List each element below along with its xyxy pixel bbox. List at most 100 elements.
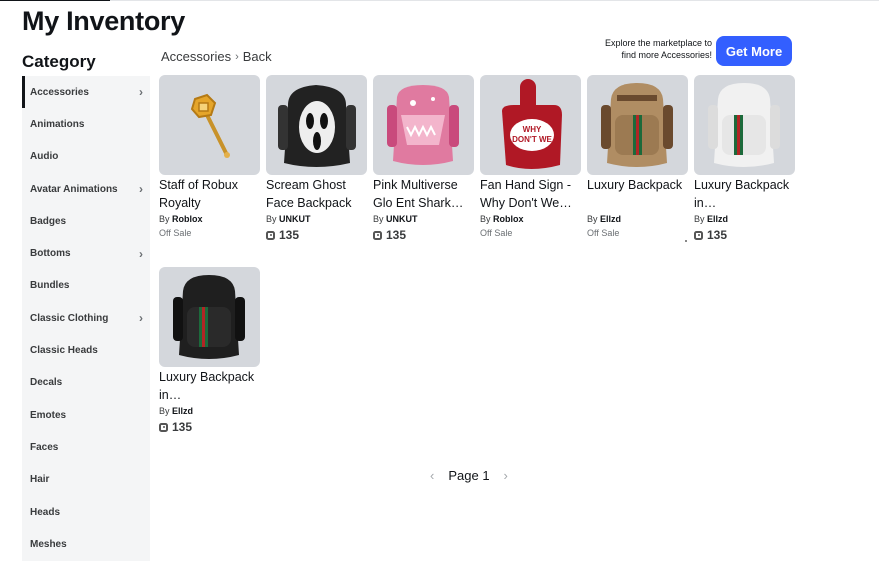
item-price: 135 [266,228,367,242]
top-divider [0,0,110,1]
item-price: Off Sale [480,228,581,238]
sidebar-item-animations[interactable]: Animations [22,108,150,140]
svg-text:WHY: WHY [523,125,542,134]
item-creator: By Ellzd [159,406,260,416]
item-creator: By UNKUT [373,214,474,224]
creator-prefix: By [587,214,598,224]
item-price: Off Sale [587,228,688,238]
sidebar-item-hair[interactable]: Hair [22,464,150,496]
creator-link[interactable]: UNKUT [279,214,311,224]
creator-prefix: By [159,406,170,416]
item-thumbnail[interactable] [266,75,367,175]
creator-link[interactable]: Roblox [172,214,203,224]
sidebar-item-emotes[interactable]: Emotes [22,399,150,431]
price-value: 135 [386,228,407,242]
pagination: ‹ Page 1 › [430,468,508,483]
category-sidebar: Accessories › Animations Audio Avatar Animat… [22,76,150,561]
item-price: 135 [694,228,795,242]
item-card[interactable]: Scream Ghost Face Backpack By UNKUT 135 [266,75,367,242]
sidebar-item-label: Animations [30,118,85,130]
item-thumbnail[interactable] [159,75,260,175]
item-price: 135 [159,420,260,434]
item-name[interactable]: Scream Ghost Face Backpack [266,176,367,212]
category-title: Category [22,52,96,71]
item-name[interactable]: Pink Multiverse Glo Ent Shark… [373,176,474,212]
chevron-right-icon: › [139,311,143,326]
item-price: Off Sale [159,228,260,238]
item-creator: By Ellzd [587,214,688,224]
item-creator: By Roblox [480,214,581,224]
sidebar-item-audio[interactable]: Audio [22,141,150,173]
item-card[interactable]: Luxury Backpack By Ellzd Off Sale [587,75,688,238]
item-name[interactable]: Luxury Backpack in… [694,176,795,212]
breadcrumb-current[interactable]: Accessories [161,49,231,64]
stray-dot [685,240,687,242]
creator-prefix: By [373,214,384,224]
price-value: Off Sale [159,228,192,238]
item-price: 135 [373,228,474,242]
creator-link[interactable]: Ellzd [707,214,728,224]
sidebar-item-label: Faces [30,441,59,453]
sidebar-item-label: Badges [30,215,67,227]
sidebar-item-badges[interactable]: Badges [22,205,150,237]
next-page-button[interactable]: › [504,468,508,483]
creator-link[interactable]: Ellzd [600,214,621,224]
item-creator: By Ellzd [694,214,795,224]
prev-page-button[interactable]: ‹ [430,468,434,483]
item-card[interactable]: WHY DON'T WE Fan Hand Sign - Why Don't We…… [480,75,581,238]
sidebar-item-classic-clothing[interactable]: Classic Clothing › [22,302,150,334]
sidebar-item-label: Classic Heads [30,345,98,357]
sidebar-item-label: Bottoms [30,248,71,260]
item-name[interactable]: Staff of Robux Royalty [159,176,260,212]
sidebar-item-label: Accessories [30,86,89,98]
item-name[interactable]: Fan Hand Sign - Why Don't We… [480,176,581,212]
sidebar-item-label: Emotes [30,409,67,421]
top-divider-light [110,0,879,1]
sidebar-item-label: Hair [30,474,50,486]
sidebar-item-label: Heads [30,506,61,518]
item-thumbnail[interactable] [159,267,260,367]
chevron-right-icon: › [139,85,143,100]
robux-icon [694,230,703,240]
sidebar-item-label: Avatar Animations [30,183,118,195]
sidebar-item-heads[interactable]: Heads [22,496,150,528]
creator-link[interactable]: Roblox [493,214,524,224]
chevron-right-icon: › [139,246,143,261]
creator-link[interactable]: Ellzd [172,406,193,416]
item-thumbnail[interactable]: WHY DON'T WE [480,75,581,175]
sidebar-item-decals[interactable]: Decals [22,367,150,399]
creator-link[interactable]: UNKUT [386,214,418,224]
item-thumbnail[interactable] [694,75,795,175]
item-name[interactable]: Luxury Backpack [587,176,688,212]
sidebar-item-label: Bundles [30,280,70,292]
chevron-right-icon: › [139,182,143,197]
sidebar-item-avatar-animations[interactable]: Avatar Animations › [22,173,150,205]
sidebar-item-bundles[interactable]: Bundles [22,270,150,302]
sidebar-item-label: Audio [30,151,59,163]
sidebar-item-classic-heads[interactable]: Classic Heads [22,334,150,366]
page-title: My Inventory [22,6,185,36]
sidebar-item-label: Meshes [30,538,67,550]
breadcrumb-back-link[interactable]: Back [243,49,272,64]
sidebar-item-bottoms[interactable]: Bottoms › [22,237,150,269]
get-more-button[interactable]: Get More [716,36,792,66]
item-card[interactable]: Staff of Robux Royalty By Roblox Off Sale [159,75,260,238]
item-card[interactable]: Pink Multiverse Glo Ent Shark… By UNKUT 13… [373,75,474,242]
sidebar-item-label: Decals [30,377,63,389]
sidebar-item-accessories[interactable]: Accessories › [22,76,150,109]
price-value: 135 [172,420,193,434]
svg-text:DON'T WE: DON'T WE [512,135,552,144]
price-value: 135 [707,228,728,242]
item-thumbnail[interactable] [373,75,474,175]
creator-prefix: By [266,214,277,224]
sidebar-item-faces[interactable]: Faces [22,431,150,463]
item-card[interactable]: Luxury Backpack in… By Ellzd 135 [159,267,260,434]
page-label: Page 1 [448,468,490,483]
price-value: Off Sale [480,228,513,238]
breadcrumb-separator: › [235,50,239,63]
sidebar-item-meshes[interactable]: Meshes [22,528,150,560]
item-name[interactable]: Luxury Backpack in… [159,368,260,404]
item-thumbnail[interactable] [587,75,688,175]
price-value: 135 [279,228,300,242]
item-card[interactable]: Luxury Backpack in… By Ellzd 135 [694,75,795,242]
